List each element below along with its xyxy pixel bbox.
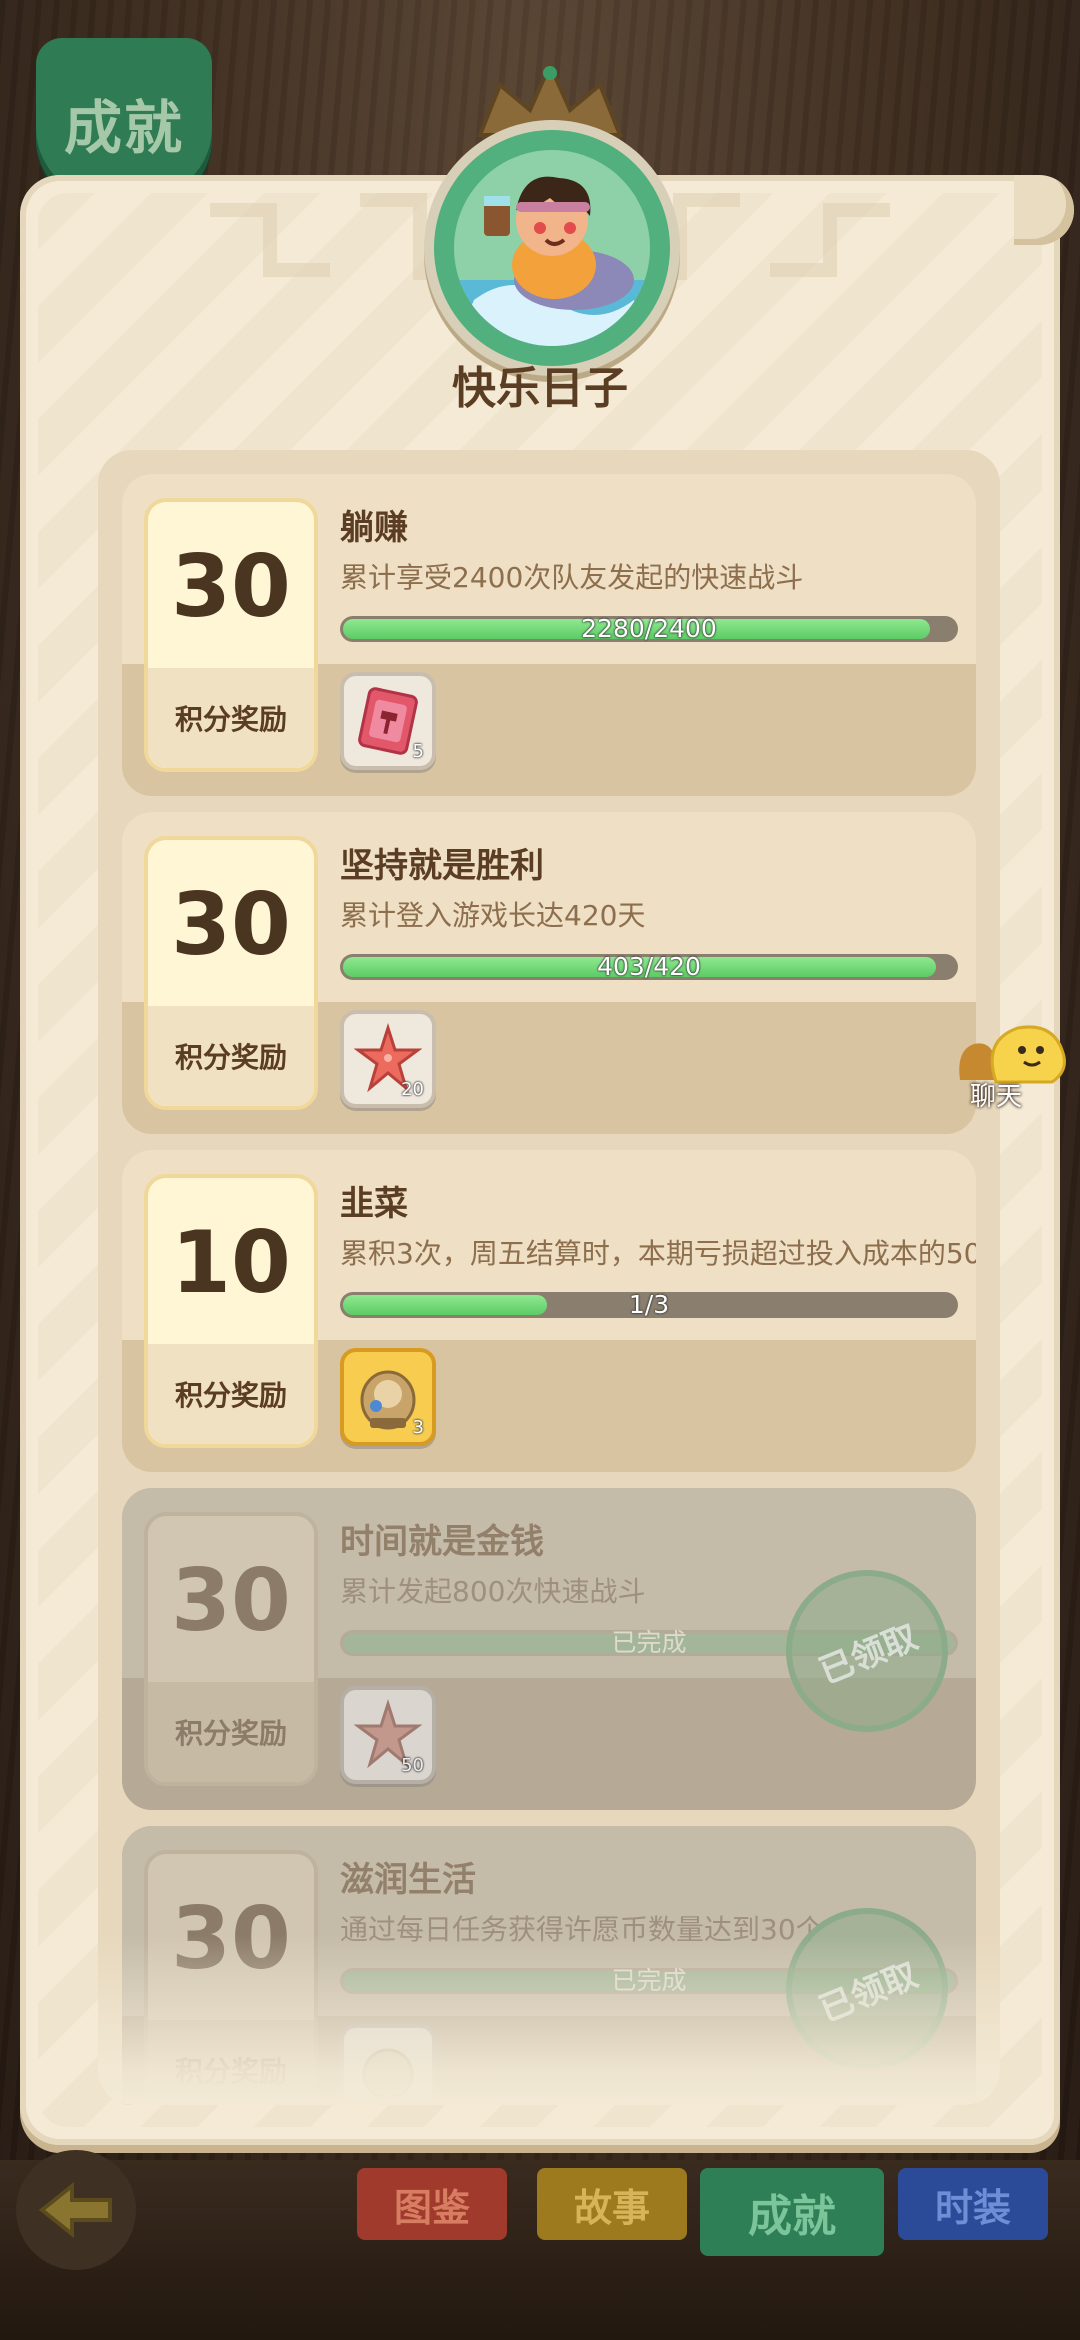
reward-item[interactable]: 20: [340, 1010, 436, 1108]
achievement-card: 30 积分奖励 坚持就是胜利 累计登入游戏长达420天 403/420 20: [122, 812, 976, 1134]
page-title: 成就: [63, 94, 184, 162]
achievement-desc: 累计登入游戏长达420天: [340, 899, 646, 932]
chat-button[interactable]: 聊天: [952, 1010, 1072, 1112]
achievement-desc: 累计享受2400次队友发起的快速战斗: [340, 561, 804, 594]
points-box: 30 积分奖励: [144, 1512, 318, 1786]
reward-count: 50: [401, 1755, 424, 1776]
achievement-card: 10 积分奖励 韭菜 累积3次，周五结算时，本期亏损超过投入成本的50% 1/3…: [122, 1150, 976, 1472]
points-value: 30: [171, 1889, 291, 1989]
coin-icon: [362, 2048, 414, 2100]
achievement-card: 30 积分奖励 时间就是金钱 累计发起800次快速战斗 已完成 50 已领取: [122, 1488, 976, 1810]
points-box: 30 积分奖励: [144, 498, 318, 772]
achievement-desc: 累计发起800次快速战斗: [340, 1575, 646, 1608]
reward-item[interactable]: 50: [340, 1686, 436, 1784]
achievement-name: 韭菜: [340, 1184, 408, 1224]
points-label: 积分奖励: [148, 2020, 314, 2105]
caveman-icon: [454, 176, 650, 346]
progress-bar: 403/420: [340, 954, 958, 980]
points-value: 30: [171, 537, 291, 637]
points-box: 30 积分奖励: [144, 1850, 318, 2105]
points-label: 积分奖励: [148, 1006, 314, 1106]
back-button[interactable]: [16, 2150, 136, 2270]
achievement-avatar: [434, 130, 670, 366]
tab-achievement[interactable]: 成就: [700, 2168, 884, 2256]
points-label: 积分奖励: [148, 1344, 314, 1444]
back-arrow-icon: [38, 2181, 112, 2239]
reward-item[interactable]: [340, 2024, 436, 2105]
progress-bar: 2280/2400: [340, 616, 958, 642]
reward-count: 3: [412, 1417, 424, 1438]
points-box: 10 积分奖励: [144, 1174, 318, 1448]
reward-count: 5: [412, 741, 424, 762]
achievement-card: 30 积分奖励 躺赚 累计享受2400次队友发起的快速战斗 2280/2400 …: [122, 474, 976, 796]
points-box: 30 积分奖励: [144, 836, 318, 1110]
reward-item[interactable]: 3: [340, 1348, 436, 1446]
achievement-name: 时间就是金钱: [340, 1522, 544, 1562]
chat-label: 聊天: [970, 1082, 1023, 1112]
achievement-name: 坚持就是胜利: [340, 846, 544, 886]
points-value: 30: [171, 1551, 291, 1651]
tab-story[interactable]: 故事: [537, 2168, 687, 2240]
progress-bar: 1/3: [340, 1292, 958, 1318]
progress-text: 403/420: [597, 954, 701, 980]
tab-collection[interactable]: 图鉴: [357, 2168, 507, 2240]
achievement-desc: 累积3次，周五结算时，本期亏损超过投入成本的50%: [340, 1237, 976, 1270]
achievement-list[interactable]: 30 积分奖励 躺赚 累计享受2400次队友发起的快速战斗 2280/2400 …: [98, 450, 1000, 2105]
points-label: 积分奖励: [148, 1682, 314, 1782]
progress-text: 1/3: [628, 1292, 670, 1318]
points-label: 积分奖励: [148, 668, 314, 768]
reward-item[interactable]: 5: [340, 672, 436, 770]
progress-text: 2280/2400: [581, 616, 717, 642]
tab-costume[interactable]: 时装: [898, 2168, 1048, 2240]
achievement-desc: 通过每日任务获得许愿币数量达到30个: [340, 1913, 824, 1946]
reward-count: 20: [401, 1079, 424, 1100]
points-value: 30: [171, 875, 291, 975]
achievement-title: 快乐日子: [452, 363, 628, 414]
achievement-name: 滋润生活: [340, 1860, 476, 1900]
achievement-name: 躺赚: [340, 508, 408, 548]
achievement-card: 30 积分奖励 滋润生活 通过每日任务获得许愿币数量达到30个 已完成 已领取: [122, 1826, 976, 2105]
points-value: 10: [171, 1213, 291, 1313]
